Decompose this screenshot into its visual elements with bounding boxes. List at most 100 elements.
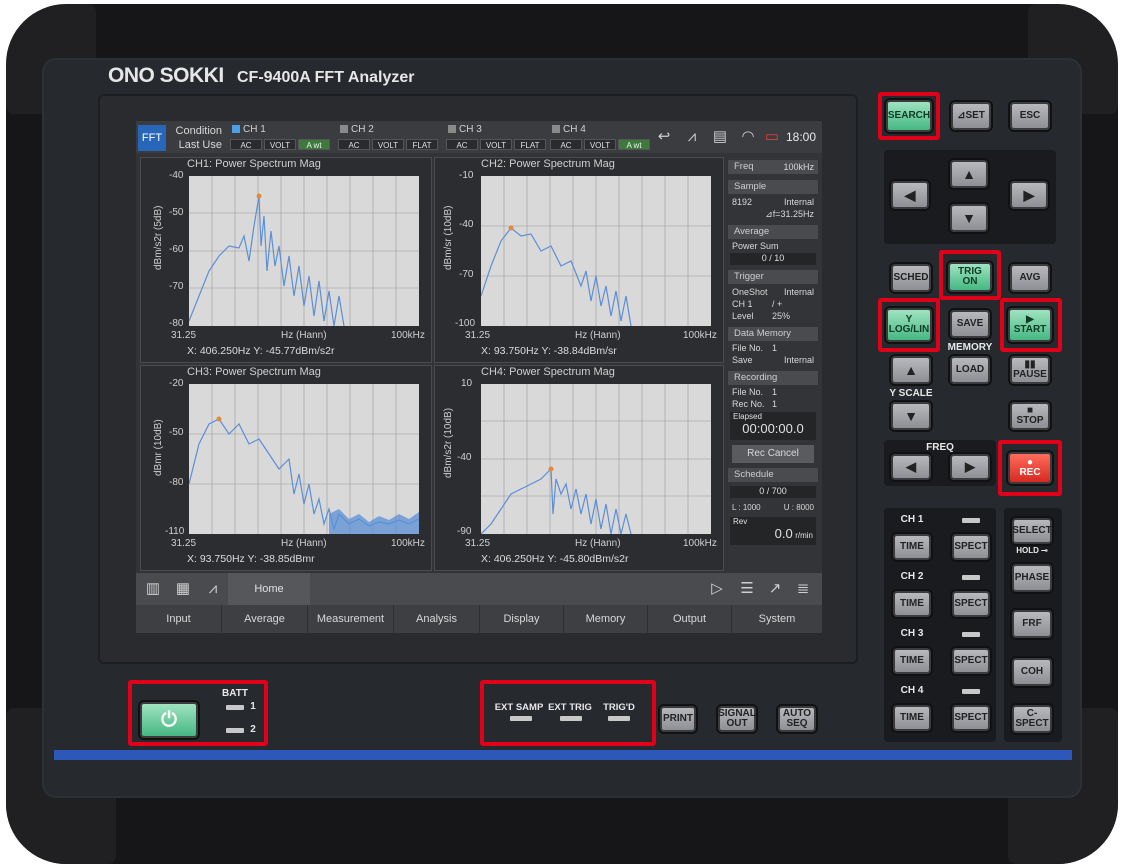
rev-box: Rev 0.0 r/min	[730, 517, 816, 545]
trigger-channel: CH 1	[732, 299, 753, 309]
settings-panel[interactable]: Freq 100kHz Sample 8192 Internal ⊿f=31.2…	[728, 156, 818, 568]
recording-header: Recording	[728, 371, 818, 385]
hold-label: HOLD ⊸	[1008, 546, 1056, 555]
highlight-box	[939, 250, 1001, 300]
cursor-readout: X: 406.250Hz Y: -45.80dBm/s2r	[481, 553, 629, 565]
return-icon[interactable]: ↩	[652, 125, 676, 149]
out-label: OUT	[726, 718, 748, 729]
rec-cancel-button[interactable]: Rec Cancel	[732, 445, 814, 463]
mode-fft-button[interactable]: FFT	[138, 125, 166, 151]
sample-source: Internal	[783, 197, 814, 207]
trigger-level-label: Level	[732, 311, 754, 321]
plot-ch4[interactable]: CH4: Power Spectrum Mag dBm/s2r (10dB) 1…	[434, 365, 724, 571]
condition-button[interactable]: Condition Last Use	[170, 124, 222, 152]
freq-right-key[interactable]: ▶	[950, 454, 990, 480]
plot-ch2[interactable]: CH2: Power Spectrum Mag dBm/sr (10dB) -1…	[434, 157, 724, 363]
plot-area[interactable]	[189, 384, 419, 534]
y-scale-up-key[interactable]: ▲	[891, 356, 931, 384]
ch3-time-key[interactable]: TIME	[893, 648, 931, 674]
list-icon[interactable]: ☰	[734, 577, 760, 601]
bar-chart-icon[interactable]: ▥	[140, 577, 166, 601]
coh-key[interactable]: COH	[1012, 658, 1052, 686]
ch4-spect-key[interactable]: SPECT	[952, 705, 990, 731]
frf-key[interactable]: FRF	[1012, 610, 1052, 638]
c-spect-key[interactable]: C-SPECT	[1012, 705, 1052, 733]
dm-file-no: 1	[772, 343, 778, 353]
menu-input[interactable]: Input	[136, 605, 222, 633]
y-tick: -70	[169, 281, 184, 292]
rec-no: 1	[772, 399, 778, 409]
dm-file-label: File No.	[732, 343, 764, 353]
channel-4-status[interactable]: CH 4 AC VOLT A wt	[548, 123, 654, 151]
up-arrow-key[interactable]: ▲	[950, 160, 988, 188]
freq-label: FREQ	[926, 442, 954, 453]
y-axis-label: dBm/s2r (5dB)	[153, 205, 164, 270]
x-tick-min: 31.25	[171, 330, 197, 341]
menu-display[interactable]: Display	[480, 605, 564, 633]
menu-measurement[interactable]: Measurement	[308, 605, 394, 633]
x-tick-max: 100kHz	[683, 538, 717, 549]
esc-key[interactable]: ESC	[1010, 102, 1050, 130]
plot-ch1[interactable]: CH1: Power Spectrum Mag dBm/s2r (5dB) -4…	[140, 157, 432, 363]
plot-area[interactable]	[481, 176, 711, 326]
plot-area[interactable]	[481, 384, 711, 534]
trigger-mode: OneShot	[732, 287, 768, 297]
menu-average[interactable]: Average	[222, 605, 308, 633]
auto-seq-key[interactable]: AUTO SEQ	[778, 706, 816, 732]
plot-ch3[interactable]: CH3: Power Spectrum Mag dBmr (10dB) -20 …	[140, 365, 432, 571]
channel-1-status[interactable]: CH 1 AC VOLT A wt	[228, 123, 334, 151]
printer-icon[interactable]: ▤	[708, 125, 732, 149]
load-key[interactable]: LOAD	[950, 356, 990, 384]
model-name: CF-9400A FFT Analyzer	[237, 69, 415, 86]
ch4-time-key[interactable]: TIME	[893, 705, 931, 731]
menu-output[interactable]: Output	[648, 605, 732, 633]
home-button[interactable]: Home	[228, 573, 310, 605]
freq-left-key[interactable]: ◀	[891, 454, 931, 480]
ch1-time-key[interactable]: TIME	[893, 534, 931, 560]
channel-3-status[interactable]: CH 3 AC VOLT FLAT	[444, 123, 550, 151]
delta-set-key[interactable]: ⊿SET	[951, 102, 991, 130]
y-tick: -40	[457, 452, 472, 463]
trigger-level: 25%	[772, 311, 791, 321]
select-key[interactable]: SELECT	[1012, 518, 1052, 544]
right-arrow-key[interactable]: ▶	[1010, 181, 1048, 209]
left-arrow-key[interactable]: ◀	[891, 181, 929, 209]
avg-key[interactable]: AVG	[1010, 264, 1050, 292]
cursor-readout: X: 93.750Hz Y: -38.84dBm/sr	[481, 345, 617, 357]
y-axis-label: dBmr (10dB)	[153, 419, 164, 476]
y-scale-down-key[interactable]: ▼	[891, 402, 931, 430]
settings-list-icon[interactable]: ≣	[790, 577, 816, 601]
grid-layout-icon[interactable]: ▦	[170, 577, 196, 601]
print-key[interactable]: PRINT	[660, 706, 696, 732]
ch3-spect-key[interactable]: SPECT	[952, 648, 990, 674]
menu-memory[interactable]: Memory	[564, 605, 648, 633]
weighting-tag: FLAT	[514, 139, 546, 150]
channel-2-status[interactable]: CH 2 AC VOLT FLAT	[336, 123, 442, 151]
ch1-spect-key[interactable]: SPECT	[952, 534, 990, 560]
phase-key[interactable]: PHASE	[1012, 564, 1052, 592]
plot-area[interactable]	[189, 176, 419, 326]
save-key[interactable]: SAVE	[950, 310, 990, 338]
y-scale-label: Y SCALE	[889, 388, 933, 399]
down-arrow-key[interactable]: ▼	[950, 204, 988, 232]
highlight-box	[878, 298, 940, 352]
pause-key[interactable]: ▮▮ PAUSE	[1010, 356, 1050, 384]
y-tick: -110	[165, 526, 185, 537]
waveform-icon[interactable]: ⩘	[200, 577, 226, 601]
play-icon[interactable]: ▷	[704, 577, 730, 601]
menu-analysis[interactable]: Analysis	[394, 605, 480, 633]
bottom-toolbar: ▥ ▦ ⩘ Home ▷ ☰ ↗ ≣	[136, 573, 822, 605]
ch1-led	[962, 518, 980, 523]
x-tick-max: 100kHz	[391, 330, 425, 341]
analysis-icon[interactable]: ⩘	[680, 125, 704, 149]
y-tick: -20	[169, 378, 184, 389]
ch2-time-key[interactable]: TIME	[893, 591, 931, 617]
ch2-spect-key[interactable]: SPECT	[952, 591, 990, 617]
menu-system[interactable]: System	[732, 605, 822, 633]
channel-name: CH 1	[232, 124, 266, 135]
sched-key[interactable]: SCHED	[891, 264, 931, 292]
spectrum-trace	[189, 176, 419, 326]
expand-icon[interactable]: ↗	[762, 577, 788, 601]
signal-out-key[interactable]: SIGNAL OUT	[718, 706, 756, 732]
stop-key[interactable]: ■ STOP	[1010, 402, 1050, 430]
